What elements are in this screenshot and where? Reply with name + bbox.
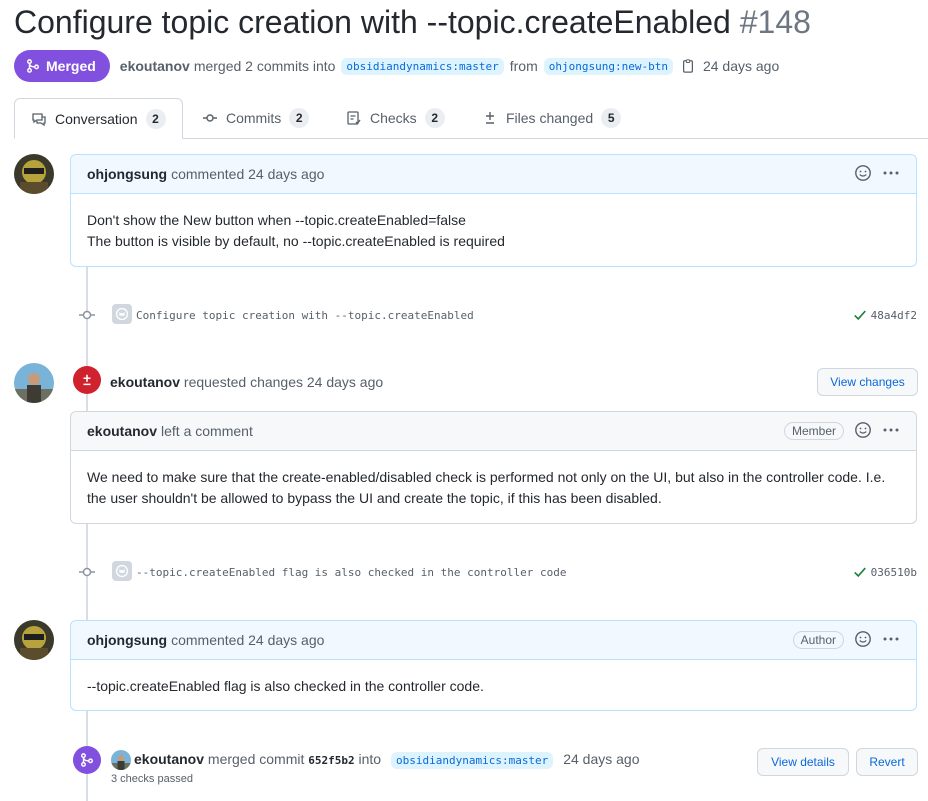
commit-row: --topic.createEnabled flag is also check… (70, 560, 917, 584)
avatar-ekoutanov-small[interactable] (111, 750, 131, 770)
review-action: requested changes 24 days ago (183, 374, 384, 390)
comment-author[interactable]: ohjongsung (87, 632, 167, 648)
pr-title: Configure topic creation with --topic.cr… (14, 4, 811, 41)
comment-header: ohjongsung commented 24 days ago Author (71, 621, 916, 660)
avatar-ekoutanov[interactable] (14, 363, 54, 403)
commit-message[interactable]: --topic.createEnabled flag is also check… (136, 566, 566, 579)
comment-author[interactable]: ekoutanov (87, 423, 157, 439)
comment-line: Don't show the New button when --topic.c… (87, 212, 466, 228)
changes-requested-icon (73, 366, 101, 394)
tab-checks-count: 2 (424, 108, 445, 128)
more-options-icon[interactable] (882, 164, 900, 185)
merged-badge-label: Merged (46, 58, 96, 74)
check-icon (853, 567, 866, 578)
from-text: from (509, 58, 538, 74)
head-branch[interactable]: ohjongsung:new-btn (543, 57, 673, 75)
conversation-icon (32, 112, 46, 126)
member-label: Member (783, 422, 844, 440)
github-avatar-icon (112, 304, 132, 324)
merge-time: 24 days ago (702, 58, 780, 74)
comment-body: --topic.createEnabled flag is also check… (71, 660, 916, 713)
avatar-ohjongsung[interactable] (14, 620, 54, 660)
commit-sha[interactable]: 48a4df2 (853, 308, 917, 322)
merge-event-action: merged commit (207, 751, 305, 767)
emoji-reaction-icon[interactable] (854, 421, 872, 442)
commit-node-icon (79, 310, 95, 320)
comment-header: ekoutanov left a comment Member (71, 412, 916, 451)
comment-card: ohjongsung commented 24 days ago Author … (70, 620, 917, 711)
tab-commits-count: 2 (289, 108, 310, 128)
commit-message[interactable]: Configure topic creation with --topic.cr… (136, 309, 474, 322)
comment-card: ekoutanov left a comment Member We need … (70, 411, 917, 524)
review-author[interactable]: ekoutanov (110, 374, 180, 390)
timeline-line (86, 267, 88, 801)
tab-files-changed-label: Files changed (506, 110, 594, 126)
tab-files-changed-count: 5 (601, 108, 622, 128)
merge-event-time: 24 days ago (563, 751, 640, 767)
tab-files-changed[interactable]: Files changed 5 (482, 98, 622, 138)
comment-line: The button is visible by default, no --t… (87, 233, 505, 249)
pr-status-row: Merged ekoutanov merged 2 commits into o… (14, 50, 779, 82)
tab-conversation-count: 2 (145, 108, 166, 129)
check-icon (853, 310, 866, 321)
tab-checks[interactable]: Checks 2 (346, 98, 445, 138)
comment-author[interactable]: ohjongsung (87, 166, 167, 182)
view-changes-button[interactable]: View changes (817, 368, 918, 396)
merged-event-icon (73, 746, 101, 774)
comment-action: commented 24 days ago (171, 166, 325, 182)
avatar-ohjongsung[interactable] (14, 154, 54, 194)
merge-icon (27, 59, 39, 73)
pr-number: #148 (739, 4, 811, 40)
more-options-icon[interactable] (882, 421, 900, 442)
copy-icon[interactable] (681, 59, 695, 73)
commit-row: Configure topic creation with --topic.cr… (70, 303, 917, 327)
commit-sha-text: 48a4df2 (870, 308, 917, 322)
emoji-reaction-icon[interactable] (854, 630, 872, 651)
merge-event-text: ekoutanov merged commit 652f5b2 into obs… (134, 751, 640, 769)
comment-action: left a comment (161, 423, 253, 439)
revert-button[interactable]: Revert (856, 748, 918, 776)
view-details-button[interactable]: View details (757, 748, 849, 776)
comment-line: the user shouldn't be allowed to bypass … (87, 490, 662, 506)
diff-icon (486, 112, 494, 124)
merge-commit-sha[interactable]: 652f5b2 (308, 754, 354, 767)
more-options-icon[interactable] (882, 630, 900, 651)
base-branch[interactable]: obsidiandynamics:master (341, 57, 504, 75)
checklist-icon (347, 111, 361, 125)
merge-into-text: into (358, 751, 382, 767)
commit-icon (203, 114, 217, 122)
tab-conversation-label: Conversation (55, 110, 138, 127)
commit-node-icon (79, 567, 95, 577)
merger-username[interactable]: ekoutanov (120, 58, 190, 74)
tab-commits-label: Commits (226, 110, 282, 126)
commit-sha-text: 036510b (870, 565, 917, 579)
comment-body: Don't show the New button when --topic.c… (71, 194, 916, 268)
tab-commits[interactable]: Commits 2 (202, 98, 310, 138)
checks-status[interactable]: 3 checks passed (111, 773, 193, 785)
tab-conversation[interactable]: Conversation 2 (14, 98, 183, 139)
merge-target-branch[interactable]: obsidiandynamics:master (390, 752, 554, 769)
comment-header: ohjongsung commented 24 days ago (71, 155, 916, 194)
github-avatar-icon (112, 561, 132, 581)
tab-checks-label: Checks (370, 110, 417, 126)
merge-action-text: merged 2 commits into (193, 58, 336, 74)
merged-badge: Merged (14, 50, 110, 82)
commit-sha[interactable]: 036510b (853, 565, 917, 579)
emoji-reaction-icon[interactable] (854, 164, 872, 185)
comment-body: We need to make sure that the create-ena… (71, 451, 916, 525)
pr-title-text: Configure topic creation with --topic.cr… (14, 4, 731, 40)
comment-card: ohjongsung commented 24 days ago Don't s… (70, 154, 917, 267)
review-event-text: ekoutanov requested changes 24 days ago (110, 374, 383, 390)
author-label: Author (792, 631, 844, 649)
comment-line: We need to make sure that the create-ena… (87, 469, 886, 485)
merge-author[interactable]: ekoutanov (134, 751, 204, 767)
comment-line: --topic.createEnabled flag is also check… (87, 678, 484, 694)
pr-tabs: Conversation 2 Commits 2 Checks 2 Files … (14, 98, 928, 139)
comment-action: commented 24 days ago (171, 632, 325, 648)
